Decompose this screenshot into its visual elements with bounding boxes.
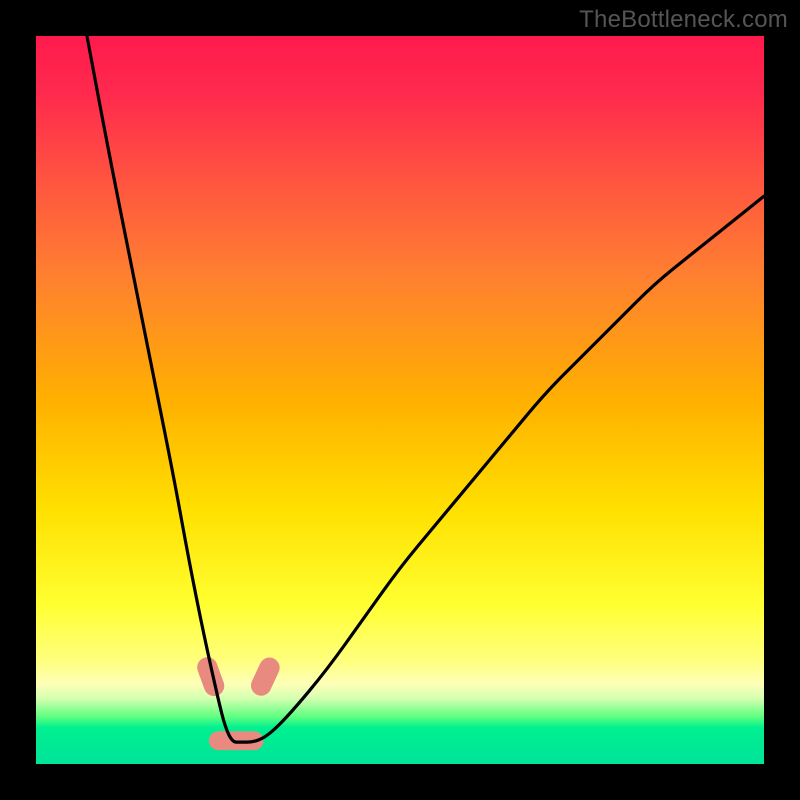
chart-frame: TheBottleneck.com: [0, 0, 800, 800]
bottleneck-curve: [87, 36, 764, 742]
valley-right-marker: [248, 654, 283, 699]
watermark-text: TheBottleneck.com: [579, 6, 788, 34]
chart-svg: [36, 36, 764, 764]
plot-area: [36, 36, 764, 764]
valley-markers-group: [194, 654, 283, 750]
